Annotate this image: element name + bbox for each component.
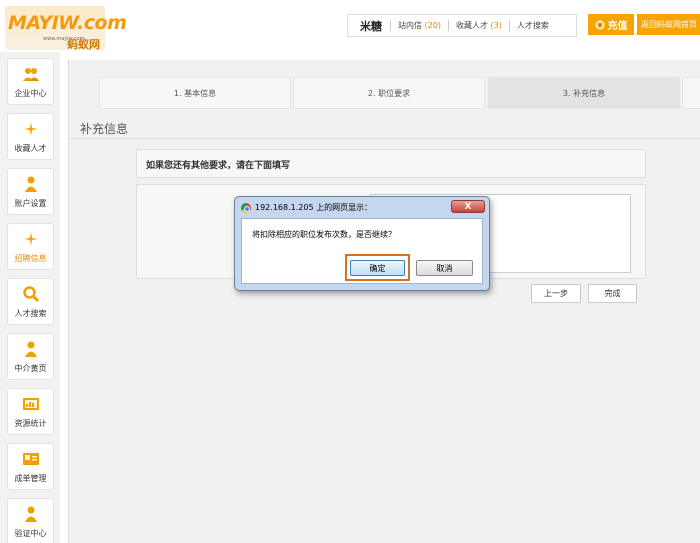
sidebar-item-label: 招聘信息 bbox=[14, 254, 47, 263]
sidebar-item-talent-search[interactable]: 人才搜索 bbox=[7, 278, 54, 325]
step-job-requirements: 2. 职位要求 bbox=[293, 77, 485, 109]
main-content: 1. 基本信息 2. 职位要求 3. 补充信息 补充信息 如果您还有其他要求，请… bbox=[68, 60, 700, 543]
sidebar-item-label: 人才搜索 bbox=[14, 309, 47, 318]
step-next bbox=[682, 77, 700, 109]
chrome-icon bbox=[241, 203, 251, 213]
sidebar-item-agency-directory[interactable]: 中介黄页 bbox=[7, 333, 54, 380]
sidebar-item-job-postings[interactable]: 招聘信息 bbox=[7, 223, 54, 270]
sidebar-item-label: 中介黄页 bbox=[14, 364, 47, 373]
dialog-message: 将扣除相应的职位发布次数，是否继续？ bbox=[252, 230, 396, 239]
sidebar-item-account-settings[interactable]: 账户设置 bbox=[7, 168, 54, 215]
saved-talent-label: 收藏人才 bbox=[455, 21, 488, 30]
chart-card-icon bbox=[23, 398, 39, 410]
sidebar-item-resource-stats[interactable]: 资源统计 bbox=[7, 388, 54, 435]
sidebar-item-label: 成单管理 bbox=[14, 474, 47, 483]
dialog-body: 将扣除相应的职位发布次数，是否继续？ 确定 取消 bbox=[241, 218, 483, 284]
ok-button[interactable]: 确定 bbox=[350, 260, 405, 276]
recharge-label: 充值 bbox=[607, 21, 628, 32]
dialog-title: 192.168.1.205 上的网页显示： bbox=[255, 202, 373, 212]
close-button[interactable]: X bbox=[451, 200, 485, 213]
sidebar-item-label: 收藏人才 bbox=[14, 144, 47, 153]
sidebar-item-label: 企业中心 bbox=[14, 89, 47, 98]
cancel-button[interactable]: 取消 bbox=[416, 260, 473, 276]
sidebar-item-label: 资源统计 bbox=[14, 419, 47, 428]
logo-brand: MAYIW.com bbox=[8, 12, 127, 34]
home-button[interactable]: 返回蚂蚁网首页 bbox=[637, 14, 700, 35]
recharge-button[interactable]: ¥ 充值 bbox=[588, 14, 634, 35]
confirm-dialog: 192.168.1.205 上的网页显示： X 将扣除相应的职位发布次数，是否继… bbox=[234, 196, 490, 291]
section-title: 补充信息 bbox=[80, 122, 129, 136]
messages-label: 站内信 bbox=[398, 21, 422, 30]
coin-icon: ¥ bbox=[595, 20, 604, 29]
person-icon bbox=[25, 506, 37, 522]
sidebar: 企业中心 收藏人才 账户设置 招聘信息 人才搜索 中介黄页 资源统计 成单管理 … bbox=[0, 52, 60, 543]
logo-cn: 蚂蚁网 bbox=[67, 38, 100, 51]
user-bar: 米糖 站内信 (20) 收藏人才 (3) 人才搜索 bbox=[347, 14, 577, 37]
sidebar-item-verification-center[interactable]: 验证中心 bbox=[7, 498, 54, 543]
talent-search-label: 人才搜索 bbox=[516, 21, 549, 30]
sparkle-icon bbox=[24, 232, 38, 246]
messages-count: (20) bbox=[424, 21, 441, 30]
person-icon bbox=[25, 176, 37, 192]
search-icon bbox=[23, 286, 40, 303]
form-hint: 如果您还有其他要求，请在下面填写 bbox=[136, 149, 646, 178]
sidebar-item-enterprise-center[interactable]: 企业中心 bbox=[7, 58, 54, 105]
sidebar-item-deal-management[interactable]: 成单管理 bbox=[7, 443, 54, 490]
saved-talent-link[interactable]: 收藏人才 (3) bbox=[449, 20, 509, 31]
messages-link[interactable]: 站内信 (20) bbox=[391, 20, 448, 31]
sidebar-item-label: 账户设置 bbox=[14, 199, 47, 208]
people-icon bbox=[23, 68, 39, 81]
previous-step-button[interactable]: 上一步 bbox=[531, 284, 581, 303]
home-label: 返回蚂蚁网首页 bbox=[641, 20, 697, 29]
step-basic-info: 1. 基本信息 bbox=[99, 77, 291, 109]
card-icon bbox=[23, 453, 39, 465]
person-icon bbox=[25, 341, 37, 357]
sidebar-item-label: 验证中心 bbox=[14, 529, 47, 538]
divider bbox=[69, 138, 700, 139]
saved-talent-count: (3) bbox=[490, 21, 502, 30]
site-logo[interactable]: MAYIW.com www.mayiw.com 蚂蚁网 bbox=[5, 6, 127, 51]
sparkle-icon bbox=[24, 122, 38, 136]
sidebar-item-saved-talent[interactable]: 收藏人才 bbox=[7, 113, 54, 160]
header: MAYIW.com www.mayiw.com 蚂蚁网 米糖 站内信 (20) … bbox=[0, 0, 700, 52]
step-supplementary-info: 3. 补充信息 bbox=[488, 77, 680, 109]
finish-button[interactable]: 完成 bbox=[588, 284, 637, 303]
talent-search-link[interactable]: 人才搜索 bbox=[510, 20, 556, 31]
user-name[interactable]: 米糖 bbox=[348, 18, 390, 34]
step-indicator: 1. 基本信息 2. 职位要求 3. 补充信息 bbox=[69, 77, 700, 109]
